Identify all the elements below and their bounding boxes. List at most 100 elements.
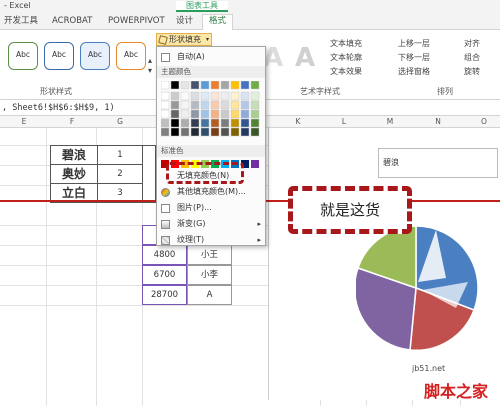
theme-color-swatch[interactable] [250,118,260,128]
theme-color-swatch[interactable] [161,91,170,101]
theme-color-swatch[interactable] [230,109,240,119]
theme-color-swatch[interactable] [180,118,190,128]
text-outline-button[interactable]: 文本轮廓 [330,52,362,63]
table-cell-person[interactable]: 小王 [187,245,232,265]
theme-color-swatch[interactable] [220,109,230,119]
theme-color-swatch[interactable] [230,81,240,90]
theme-color-swatch[interactable] [250,127,260,137]
shape-style-scroll-up-icon[interactable]: ▴ [148,56,152,65]
table-cell-value[interactable]: 1 [97,145,143,165]
theme-color-swatch[interactable] [240,91,250,101]
theme-color-swatch[interactable] [220,127,230,137]
theme-color-swatch[interactable] [190,109,200,119]
menu-item-picture[interactable]: 图片(P)... [157,201,265,215]
shape-style-preset-4[interactable]: Abc [116,42,146,70]
column-header-f[interactable]: F [62,117,82,126]
table-cell-brand[interactable]: 奥妙 [50,164,98,184]
group-button[interactable]: 组合 [464,52,480,63]
theme-color-swatch[interactable] [200,118,210,128]
table-cell-person[interactable]: 小李 [187,265,232,285]
theme-color-swatch[interactable] [220,100,230,110]
tab-design[interactable]: 设计 [176,15,193,30]
shape-style-preset-3[interactable]: Abc [80,42,110,70]
theme-color-swatch[interactable] [220,81,230,90]
tab-format[interactable]: 格式 [202,14,234,31]
theme-color-swatch[interactable] [210,81,220,90]
theme-color-swatch[interactable] [170,118,180,128]
theme-color-swatch[interactable] [210,127,220,137]
theme-color-swatch[interactable] [200,81,210,90]
theme-color-swatch[interactable] [210,100,220,110]
theme-color-swatch[interactable] [200,100,210,110]
theme-color-grid[interactable] [161,81,265,141]
theme-color-swatch[interactable] [240,118,250,128]
column-header-o[interactable]: O [474,117,494,126]
theme-color-swatch[interactable] [180,127,190,137]
theme-color-swatch[interactable] [161,109,170,119]
menu-item-more-colors[interactable]: 其他填充颜色(M)... [157,185,265,199]
table-cell-amount[interactable]: 28700 [142,285,187,305]
text-effects-button[interactable]: 文本效果 [330,66,362,77]
table-cell-person[interactable]: A [187,285,232,305]
pie-chart[interactable] [356,214,496,364]
theme-color-swatch[interactable] [250,81,260,90]
theme-color-swatch[interactable] [180,109,190,119]
column-header-g[interactable]: G [110,117,130,126]
theme-color-swatch[interactable] [161,118,170,128]
theme-color-swatch[interactable] [230,127,240,137]
standard-color-swatch[interactable] [251,160,259,168]
theme-color-swatch[interactable] [250,100,260,110]
theme-color-swatch[interactable] [180,91,190,101]
table-cell-partial[interactable] [142,145,156,203]
theme-color-swatch[interactable] [200,127,210,137]
theme-color-swatch[interactable] [200,91,210,101]
theme-color-swatch[interactable] [170,100,180,110]
theme-color-swatch[interactable] [210,91,220,101]
menu-item-gradient[interactable]: 渐变(G) ▸ [157,217,265,231]
theme-color-swatch[interactable] [170,127,180,137]
rotate-button[interactable]: 旋转 [464,66,480,77]
theme-color-swatch[interactable] [161,127,170,137]
tab-acrobat[interactable]: ACROBAT [52,15,92,30]
theme-color-swatch[interactable] [210,109,220,119]
theme-color-swatch[interactable] [230,118,240,128]
theme-color-swatch[interactable] [180,100,190,110]
theme-color-swatch[interactable] [161,100,170,110]
theme-color-swatch[interactable] [180,81,190,90]
theme-color-swatch[interactable] [170,109,180,119]
theme-color-swatch[interactable] [220,118,230,128]
column-header-m[interactable]: M [380,117,400,126]
theme-color-swatch[interactable] [200,109,210,119]
chart-series-dropdown[interactable]: 碧浪 [378,148,498,178]
table-cell-amount[interactable]: 6700 [142,265,187,285]
bring-forward-button[interactable]: 上移一层 [398,38,430,49]
column-header-l[interactable]: L [334,117,354,126]
theme-color-swatch[interactable] [220,91,230,101]
theme-color-swatch[interactable] [250,91,260,101]
table-cell-brand[interactable]: 碧浪 [50,145,98,165]
shape-fill-menu[interactable]: 自动(A) 主题颜色 标准色 无填充颜色(N) 其他填充颜色(M)... 图片(… [156,46,266,246]
theme-color-swatch[interactable] [170,81,180,90]
shape-style-preset-1[interactable]: Abc [8,42,38,70]
shape-fill-button[interactable]: 形状填充 ▾ [156,33,212,46]
theme-color-swatch[interactable] [210,118,220,128]
theme-color-swatch[interactable] [240,81,250,90]
shape-style-preset-2[interactable]: Abc [44,42,74,70]
column-header-n[interactable]: N [428,117,448,126]
theme-color-swatch[interactable] [190,91,200,101]
menu-item-texture[interactable]: 纹理(T) ▸ [157,233,265,247]
theme-color-swatch[interactable] [240,127,250,137]
theme-color-swatch[interactable] [230,91,240,101]
table-cell-amount[interactable]: 4800 [142,245,187,265]
align-button[interactable]: 对齐 [464,38,480,49]
theme-color-swatch[interactable] [190,81,200,90]
theme-color-swatch[interactable] [230,100,240,110]
theme-color-swatch[interactable] [240,100,250,110]
menu-item-auto[interactable]: 自动(A) [157,50,265,64]
art-style-a-2[interactable]: A [290,40,320,76]
table-cell-value[interactable]: 2 [97,164,143,184]
theme-color-swatch[interactable] [170,91,180,101]
selection-pane-button[interactable]: 选择窗格 [398,66,430,77]
tab-developer[interactable]: 开发工具 [4,15,38,30]
theme-color-swatch[interactable] [250,109,260,119]
